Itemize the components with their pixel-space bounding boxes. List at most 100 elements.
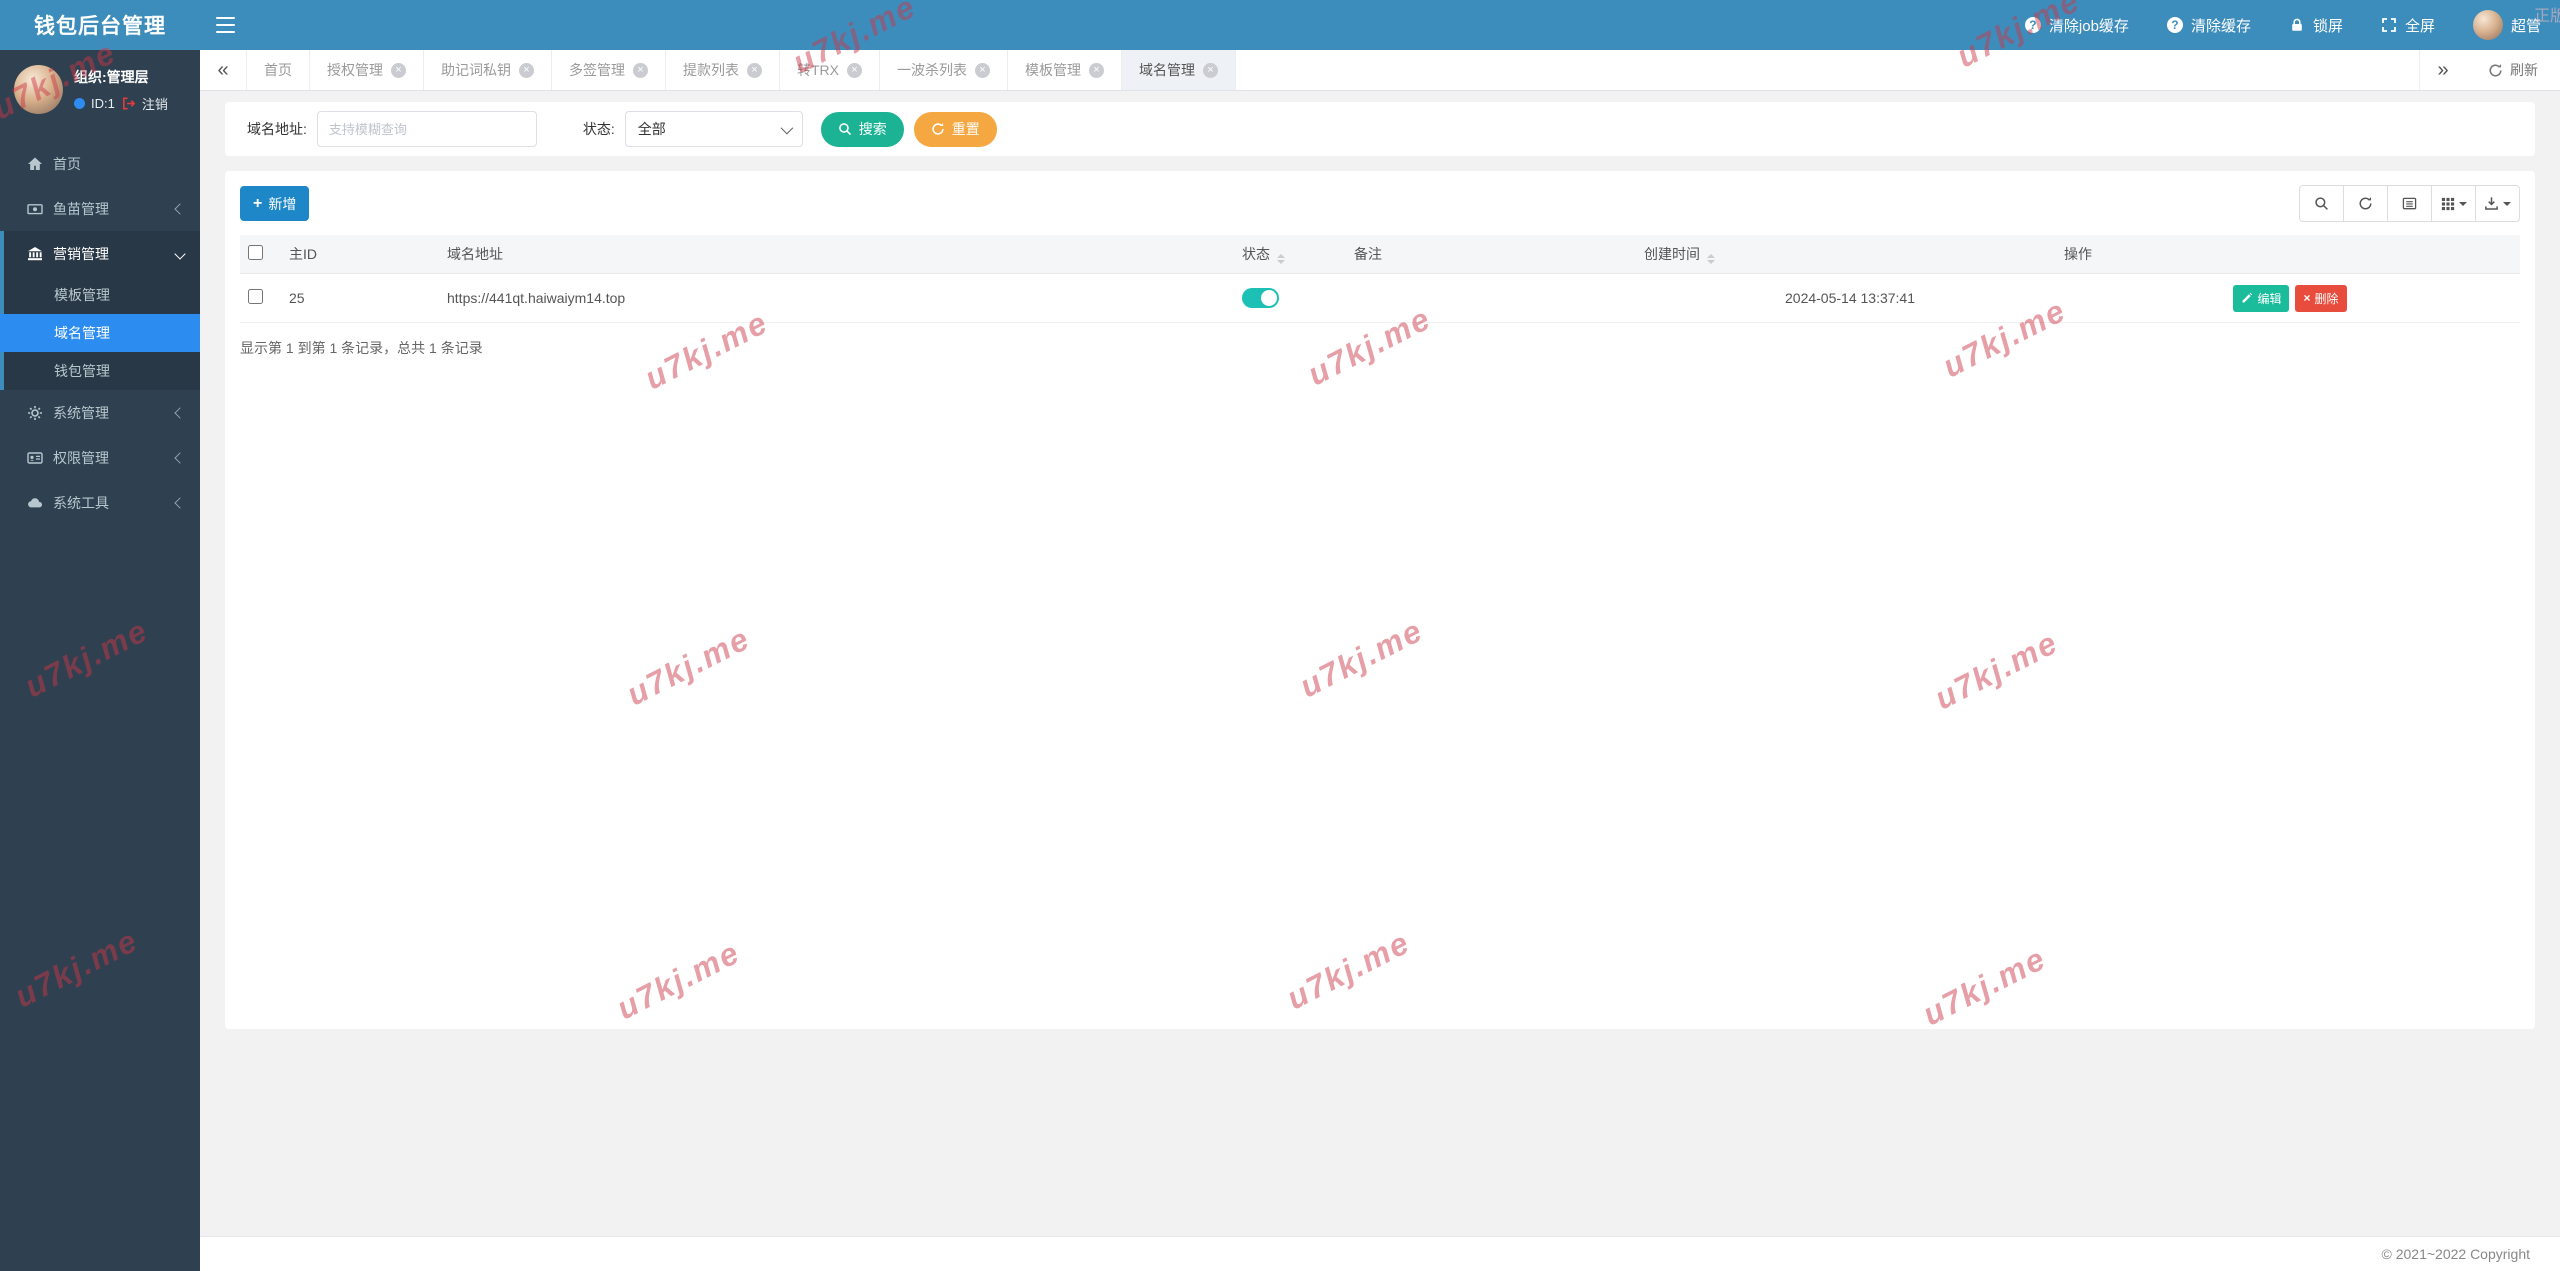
close-icon[interactable] xyxy=(1203,62,1218,78)
tab-4[interactable]: 多签管理 xyxy=(552,50,666,90)
status-filter-select[interactable]: 全部 xyxy=(624,111,803,147)
close-icon[interactable] xyxy=(633,62,648,78)
admin-user-button[interactable]: 超管 xyxy=(2454,0,2560,50)
close-icon[interactable] xyxy=(975,62,990,78)
filter-panel: 域名地址: 状态: 全部 搜索 重置 xyxy=(225,102,2535,156)
close-icon[interactable] xyxy=(747,62,762,78)
logout-link[interactable]: 注销 xyxy=(142,94,168,113)
table-header-row: 主ID 域名地址 状态 备注 创建时间 操作 xyxy=(240,235,2520,274)
refresh-tab-button[interactable]: 刷新 xyxy=(2466,50,2560,90)
pencil-icon xyxy=(2241,292,2253,304)
cell-domain: https://441qt.haiwaiym14.top xyxy=(443,273,1238,323)
close-icon[interactable] xyxy=(519,62,534,78)
column-header-label: 创建时间 xyxy=(1644,246,1700,262)
status-toggle[interactable] xyxy=(1242,288,1279,308)
sidebar-item-marketing-management[interactable]: 营销管理 xyxy=(4,231,200,276)
tab-7[interactable]: 一波杀列表 xyxy=(880,50,1008,90)
tab-3[interactable]: 助记词私钥 xyxy=(424,50,552,90)
bill-icon xyxy=(26,201,43,217)
question-circle-icon xyxy=(2166,17,2183,33)
tab-8[interactable]: 模板管理 xyxy=(1008,50,1122,90)
table-export-button[interactable] xyxy=(2475,185,2520,222)
search-button[interactable]: 搜索 xyxy=(820,111,904,147)
cell-created: 2024-05-14 13:37:41 xyxy=(1640,273,2060,323)
angle-double-left-icon xyxy=(217,59,228,82)
table-refresh-button[interactable] xyxy=(2343,185,2388,222)
sidebar-item-fish-management[interactable]: 鱼苗管理 xyxy=(0,186,200,231)
column-header[interactable]: 创建时间 xyxy=(1640,235,2060,274)
tab-5[interactable]: 提款列表 xyxy=(666,50,780,90)
select-all-checkbox[interactable] xyxy=(248,245,263,260)
row-checkbox[interactable] xyxy=(248,289,263,304)
sidebar-item-label: 系统工具 xyxy=(53,494,109,511)
sort-icon[interactable] xyxy=(1707,254,1715,264)
column-header-label: 状态 xyxy=(1242,246,1270,262)
close-icon[interactable] xyxy=(847,62,862,78)
table-columns-button[interactable] xyxy=(2431,185,2476,222)
tab-6[interactable]: 转TRX xyxy=(780,50,880,90)
table-detail-view-button[interactable] xyxy=(2387,185,2432,222)
sidebar-item-label: 营销管理 xyxy=(53,245,109,262)
page-footer: © 2021~2022 Copyright xyxy=(200,1236,2560,1271)
sidebar-item-label: 系统管理 xyxy=(53,404,109,421)
tab-1[interactable]: 首页 xyxy=(247,50,310,90)
column-header-label: 备注 xyxy=(1354,246,1382,262)
tabs: 首页 授权管理 助记词私钥 多签管理 提款列表 转TRX 一波杀列表 模板管理 域名管理 xyxy=(247,50,1236,90)
reset-button[interactable]: 重置 xyxy=(913,111,997,147)
caret-down-icon xyxy=(2458,201,2467,206)
sidebar-toggle-button[interactable] xyxy=(200,0,250,50)
copyright: © 2021~2022 Copyright xyxy=(2381,1246,2530,1262)
table-search-button[interactable] xyxy=(2299,185,2344,222)
topbar-item-label: 清除缓存 xyxy=(2190,17,2251,35)
close-icon[interactable] xyxy=(1089,62,1104,78)
x-icon xyxy=(2303,291,2310,305)
chevron-left-icon xyxy=(174,451,186,464)
clear-cache-button[interactable]: 清除缓存 xyxy=(2148,0,2270,50)
topbar-item-label: 全屏 xyxy=(2404,17,2435,35)
cloud-icon xyxy=(26,495,43,511)
tabs-scroll-left-button[interactable] xyxy=(200,50,247,90)
table-tools xyxy=(2299,185,2520,222)
sidebar-item-permission-management[interactable]: 权限管理 xyxy=(0,435,200,480)
sidebar-item-wallet-management[interactable]: 钱包管理 xyxy=(4,352,200,390)
sort-icon[interactable] xyxy=(1277,254,1285,264)
tab-9[interactable]: 域名管理 xyxy=(1122,50,1236,90)
search-icon xyxy=(838,122,852,136)
delete-button[interactable]: 删除 xyxy=(2295,284,2347,312)
domain-filter-input[interactable] xyxy=(316,111,537,147)
menu-group-marketing-management: 营销管理模板管理域名管理 钱包管理 xyxy=(0,231,200,390)
download-icon xyxy=(2484,196,2499,211)
chevron-down-icon xyxy=(174,247,186,260)
chevron-down-icon xyxy=(780,121,794,134)
close-icon[interactable] xyxy=(391,62,406,78)
lock-icon xyxy=(2289,17,2305,33)
sidebar-item-system-tools[interactable]: 系统工具 xyxy=(0,480,200,525)
clear-job-cache-button[interactable]: 清除job缓存 xyxy=(2006,0,2148,50)
edit-button[interactable]: 编辑 xyxy=(2233,284,2290,312)
sidebar-item-system-management[interactable]: 系统管理 xyxy=(0,390,200,435)
row-actions: 编辑删除 xyxy=(2233,284,2347,312)
sidebar-menu: 首页 鱼苗管理营销管理模板管理域名管理 钱包管理系统管理权限管理系统工具 xyxy=(0,141,200,525)
table-body: 25 https://441qt.haiwaiym14.top 2024-05-14… xyxy=(240,273,2520,323)
fullscreen-button[interactable]: 全屏 xyxy=(2362,0,2454,50)
domain-filter-label: 域名地址: xyxy=(247,121,307,137)
sidebar-item-template-management[interactable]: 模板管理 xyxy=(4,276,200,314)
tab-label: 一波杀列表 xyxy=(897,62,967,78)
tab-2[interactable]: 授权管理 xyxy=(310,50,424,90)
gear-icon xyxy=(26,405,43,421)
sidebar-item-label: 模板管理 xyxy=(54,287,110,303)
refresh-icon xyxy=(2358,196,2373,211)
caret-down-icon xyxy=(2503,201,2511,206)
add-button[interactable]: 新增 xyxy=(240,186,310,221)
column-header[interactable]: 状态 xyxy=(1238,235,1350,274)
column-header-label: 操作 xyxy=(2064,246,2092,262)
cell-id: 25 xyxy=(285,273,443,323)
grid-icon xyxy=(2441,197,2455,211)
lock-screen-button[interactable]: 锁屏 xyxy=(2270,0,2362,50)
sidebar-item-home[interactable]: 首页 xyxy=(0,141,200,186)
sidebar-item-domain-management[interactable]: 域名管理 xyxy=(0,314,200,352)
sidebar: 组织:管理层 ID:1 注销 首页 鱼苗管理 营销管理 模板管理 域名管理 钱包管理 系统管… xyxy=(0,50,200,1271)
tab-label: 转TRX xyxy=(797,62,839,78)
column-header: 操作 xyxy=(2060,235,2520,274)
tabs-scroll-right-button[interactable] xyxy=(2419,50,2466,90)
